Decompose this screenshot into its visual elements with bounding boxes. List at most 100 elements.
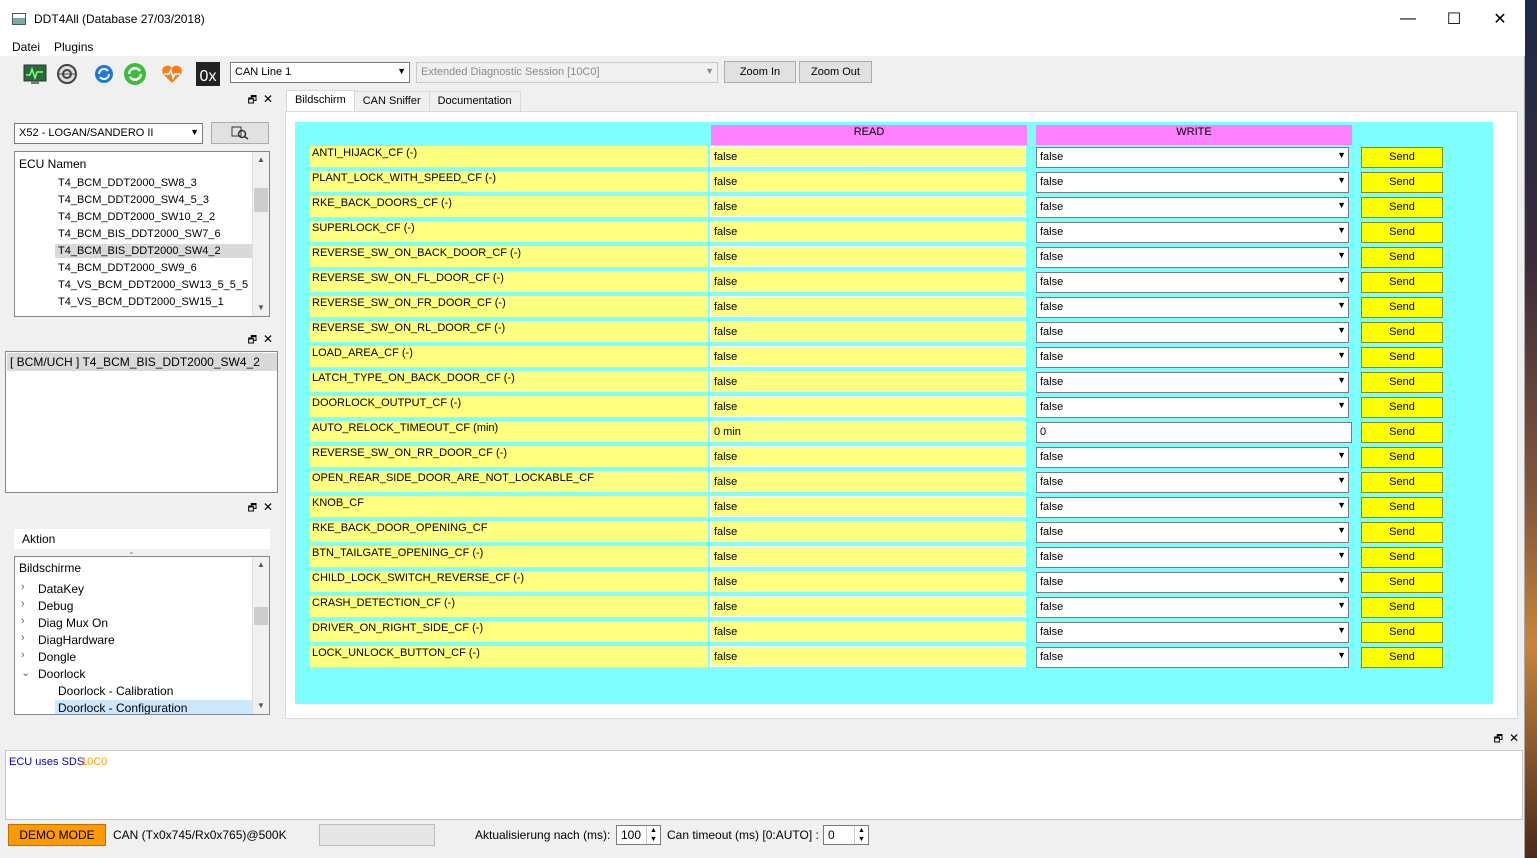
- scroll-up-icon[interactable]: ▲: [253, 152, 269, 168]
- send-button[interactable]: Send: [1361, 572, 1443, 593]
- send-button[interactable]: Send: [1361, 422, 1443, 443]
- menu-plugins[interactable]: Plugins: [54, 40, 93, 54]
- send-button[interactable]: Send: [1361, 147, 1443, 168]
- screen-tree-item[interactable]: DiagHardware: [35, 632, 118, 648]
- write-select[interactable]: false ▼: [1036, 497, 1349, 518]
- write-select[interactable]: false ▼: [1036, 547, 1349, 568]
- close-dock-icon[interactable]: ✕: [263, 332, 273, 346]
- write-select[interactable]: false ▼: [1036, 622, 1349, 643]
- write-select[interactable]: false ▼: [1036, 197, 1349, 218]
- write-select[interactable]: false ▼: [1036, 572, 1349, 593]
- screen-tree-item[interactable]: DataKey: [35, 581, 87, 597]
- collapsed-chevron-icon[interactable]: ›: [21, 632, 25, 644]
- write-select[interactable]: false ▼: [1036, 472, 1349, 493]
- write-select[interactable]: false ▼: [1036, 272, 1349, 293]
- send-button[interactable]: Send: [1361, 647, 1443, 668]
- scroll-thumb[interactable]: [254, 607, 268, 625]
- timeout-spinbox[interactable]: 0 ▲ ▼: [823, 825, 869, 845]
- screen-tree-item[interactable]: Dongle: [35, 649, 79, 665]
- float-icon[interactable]: 🗗: [248, 333, 257, 350]
- ecu-list-item[interactable]: T4_BCM_BIS_DDT2000_SW4_2: [55, 244, 252, 258]
- ecu-list-item[interactable]: T4_BCM_DDT2000_SW4_5_3: [55, 193, 212, 207]
- tab-documentation[interactable]: Documentation: [428, 91, 521, 111]
- collapsed-chevron-icon[interactable]: ›: [21, 649, 25, 661]
- close-button[interactable]: ✕: [1477, 0, 1523, 38]
- expand-chevron-icon[interactable]: ⌄: [21, 666, 30, 679]
- close-dock-icon[interactable]: ✕: [263, 500, 273, 514]
- screen-tree-item[interactable]: Doorlock: [35, 666, 88, 682]
- close-dock-icon[interactable]: ✕: [1509, 731, 1519, 745]
- monitor-icon[interactable]: [22, 61, 48, 87]
- send-button[interactable]: Send: [1361, 322, 1443, 343]
- screen-tree-item[interactable]: Doorlock - Configuration: [55, 700, 252, 714]
- tab-bildschirm[interactable]: Bildschirm: [286, 90, 355, 111]
- ecu-list-item[interactable]: T4_BCM_DDT2000_SW10_2_2: [55, 210, 218, 224]
- spin-arrows-icon[interactable]: ▲ ▼: [646, 826, 660, 844]
- send-button[interactable]: Send: [1361, 297, 1443, 318]
- scroll-thumb[interactable]: [254, 188, 268, 212]
- menu-datei[interactable]: Datei: [12, 40, 40, 54]
- write-select[interactable]: false ▼: [1036, 147, 1349, 168]
- ecu-list-item[interactable]: T4_BCM_DDT2000_SW9_6: [55, 261, 200, 275]
- write-select[interactable]: false ▼: [1036, 647, 1349, 668]
- write-select[interactable]: false ▼: [1036, 347, 1349, 368]
- ecu-list-item[interactable]: T4_VS_BCM_DDT2000_SW13_5_5_5: [55, 278, 251, 292]
- refresh-spinbox[interactable]: 100 ▲ ▼: [616, 825, 661, 845]
- send-button[interactable]: Send: [1361, 447, 1443, 468]
- screen-tree-item[interactable]: Diag Mux On: [35, 615, 111, 631]
- write-input[interactable]: 0: [1036, 422, 1352, 443]
- zoom-in-button[interactable]: Zoom In: [724, 61, 796, 83]
- write-select[interactable]: false ▼: [1036, 322, 1349, 343]
- screen-tree-item[interactable]: Doorlock - Calibration: [55, 683, 176, 699]
- ecu-scan-button[interactable]: [211, 122, 269, 144]
- scroll-up-icon[interactable]: ▲: [253, 557, 269, 573]
- write-select[interactable]: false ▼: [1036, 297, 1349, 318]
- send-button[interactable]: Send: [1361, 172, 1443, 193]
- hex-icon[interactable]: 0x: [196, 62, 220, 86]
- vehicle-select[interactable]: X52 - LOGAN/SANDERO II ▼: [14, 123, 203, 144]
- spin-arrows-icon[interactable]: ▲ ▼: [854, 826, 868, 844]
- send-button[interactable]: Send: [1361, 272, 1443, 293]
- refresh-blue-icon[interactable]: [91, 61, 117, 87]
- write-select[interactable]: false ▼: [1036, 372, 1349, 393]
- float-icon[interactable]: 🗗: [248, 93, 257, 110]
- write-select[interactable]: false ▼: [1036, 247, 1349, 268]
- close-dock-icon[interactable]: ✕: [263, 92, 273, 106]
- screen-tree-item[interactable]: Debug: [35, 598, 76, 614]
- write-select[interactable]: false ▼: [1036, 172, 1349, 193]
- can-line-select[interactable]: CAN Line 1 ▼: [230, 62, 410, 83]
- send-button[interactable]: Send: [1361, 547, 1443, 568]
- ecu-list-item[interactable]: T4_BCM_DDT2000_SW8_3: [55, 176, 200, 190]
- heart-icon[interactable]: [159, 61, 185, 87]
- float-icon[interactable]: 🗗: [248, 501, 257, 518]
- collapsed-chevron-icon[interactable]: ›: [21, 615, 25, 627]
- minimize-button[interactable]: —: [1385, 0, 1431, 38]
- refresh-green-icon[interactable]: [122, 61, 148, 87]
- write-select[interactable]: false ▼: [1036, 597, 1349, 618]
- zoom-out-button[interactable]: Zoom Out: [799, 61, 872, 83]
- send-button[interactable]: Send: [1361, 497, 1443, 518]
- send-button[interactable]: Send: [1361, 397, 1443, 418]
- send-button[interactable]: Send: [1361, 197, 1443, 218]
- send-button[interactable]: Send: [1361, 222, 1443, 243]
- send-button[interactable]: Send: [1361, 522, 1443, 543]
- globe-gear-icon[interactable]: [54, 61, 80, 87]
- current-ecu-item[interactable]: [ BCM/UCH ] T4_BCM_BIS_DDT2000_SW4_2: [7, 353, 277, 371]
- write-select[interactable]: false ▼: [1036, 397, 1349, 418]
- send-button[interactable]: Send: [1361, 472, 1443, 493]
- collapsed-chevron-icon[interactable]: ›: [21, 598, 25, 610]
- ecu-list-item[interactable]: T4_BCM_BIS_DDT2000_SW7_6: [55, 227, 224, 241]
- scroll-down-icon[interactable]: ▼: [253, 300, 269, 316]
- ecu-list-item[interactable]: T4_VS_BCM_DDT2000_SW15_1: [55, 295, 227, 309]
- maximize-button[interactable]: ☐: [1431, 0, 1477, 38]
- send-button[interactable]: Send: [1361, 247, 1443, 268]
- write-select[interactable]: false ▼: [1036, 222, 1349, 243]
- screen-tree-scrollbar[interactable]: ▲ ▼: [252, 557, 269, 714]
- float-icon[interactable]: 🗗: [1494, 732, 1503, 749]
- tab-can-sniffer[interactable]: CAN Sniffer: [353, 91, 430, 111]
- send-button[interactable]: Send: [1361, 622, 1443, 643]
- scroll-down-icon[interactable]: ▼: [253, 698, 269, 714]
- collapsed-chevron-icon[interactable]: ›: [21, 581, 25, 593]
- send-button[interactable]: Send: [1361, 372, 1443, 393]
- send-button[interactable]: Send: [1361, 597, 1443, 618]
